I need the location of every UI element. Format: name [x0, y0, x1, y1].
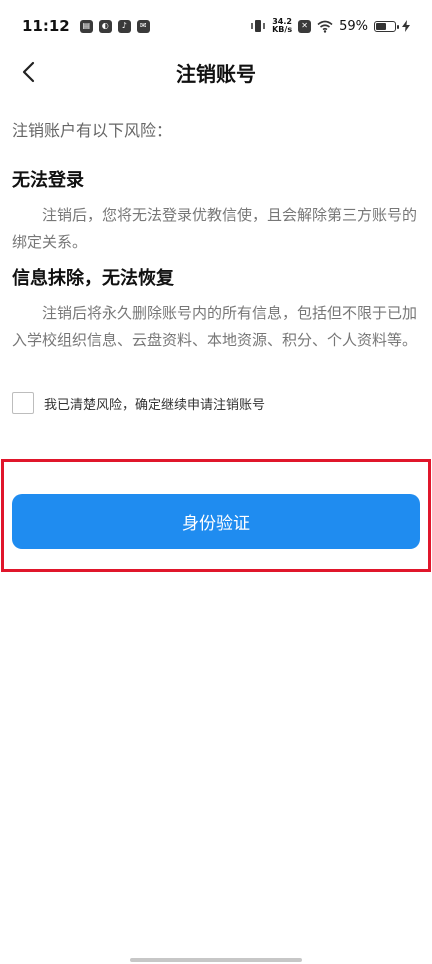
charging-icon [402, 20, 410, 32]
vibrate-icon [251, 20, 265, 32]
battery-percent: 59% [339, 18, 368, 34]
battery-icon [374, 20, 399, 32]
status-bar: 11:12 ▤ ◐ ♪ ✉ 34.2 KB/s ✕ 59% [0, 0, 432, 52]
chevron-left-icon [22, 61, 35, 83]
risk-title: 无法登录 [12, 170, 84, 191]
risk-content: 注销账户有以下风险： 无法登录 注销后，您将无法登录优教信使，且会解除第三方账号… [12, 118, 422, 364]
risk-item-login: 无法登录 注销后，您将无法登录优教信使，且会解除第三方账号的绑定关系。 [12, 168, 422, 256]
account-deletion-screen: 11:12 ▤ ◐ ♪ ✉ 34.2 KB/s ✕ 59% 注销账号 注销账户有… [0, 0, 432, 964]
network-speed-unit: KB/s [272, 25, 293, 34]
risk-item-data-erasure: 信息抹除，无法恢复 注销后将永久删除账号内的所有信息，包括但不限于已加入学校组织… [12, 266, 422, 354]
no-sim-icon: ✕ [298, 19, 312, 33]
risk-description: 注销后将永久删除账号内的所有信息，包括但不限于已加入学校组织信息、云盘资料、本地… [12, 304, 418, 349]
home-indicator[interactable] [130, 958, 302, 962]
risk-intro: 注销账户有以下风险： [12, 121, 173, 140]
back-button[interactable] [14, 56, 42, 88]
mail-notification-icon: ✉ [136, 19, 150, 33]
status-left: 11:12 ▤ ◐ ♪ ✉ [22, 17, 150, 35]
app-notification-icon: ◐ [98, 19, 112, 33]
tiktok-notification-icon: ♪ [117, 19, 131, 33]
status-right: 34.2 KB/s ✕ 59% [250, 18, 410, 34]
risk-description: 注销后，您将无法登录优教信使，且会解除第三方账号的绑定关系。 [12, 206, 418, 251]
message-notification-icon: ▤ [79, 19, 93, 33]
network-speed: 34.2 KB/s [272, 18, 292, 34]
agreement-label[interactable]: 我已清楚风险，确定继续申请注销账号 [44, 394, 265, 413]
page-title: 注销账号 [176, 61, 256, 86]
agreement-checkbox[interactable] [12, 392, 34, 414]
wifi-icon [317, 20, 333, 33]
header: 注销账号 [0, 52, 432, 92]
identity-verification-button[interactable]: 身份验证 [12, 494, 420, 549]
agreement-row[interactable]: 我已清楚风险，确定继续申请注销账号 [12, 392, 265, 414]
risk-title: 信息抹除，无法恢复 [12, 268, 174, 289]
status-time: 11:12 [22, 17, 70, 35]
battery-fill [376, 22, 387, 30]
